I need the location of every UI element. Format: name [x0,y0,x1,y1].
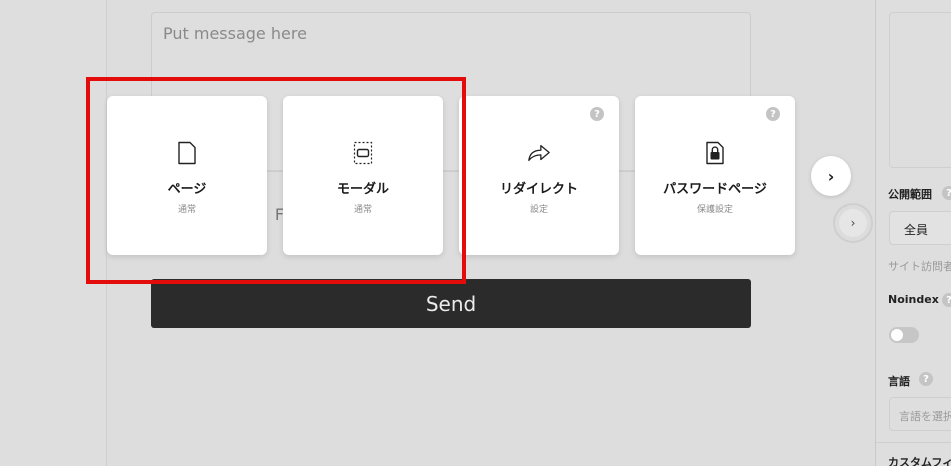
settings-panel: 公開範囲 ? 全員 サイト訪問者 Noindex ? 言語 ? 言語を選択 カス… [875,0,951,466]
help-icon[interactable]: ? [590,107,604,121]
toggle-knob [891,329,903,341]
page-type-card-page[interactable]: ページ 通常 [107,96,267,255]
lock-icon [703,140,727,166]
page-type-card-password[interactable]: ? パスワードページ 保護設定 [635,96,795,255]
card-subtitle: 保護設定 [696,205,733,215]
carousel-next-button[interactable]: › [811,156,851,196]
redirect-arrow-icon [527,140,551,166]
page-type-card-modal[interactable]: モーダル 通常 [283,96,443,255]
card-title: ページ [167,182,207,197]
help-icon[interactable]: ? [942,186,951,200]
message-placeholder: Put message here [163,24,307,43]
visibility-hint: サイト訪問者 [888,260,951,273]
page-type-card-redirect[interactable]: ? リダイレクト 設定 [459,96,619,255]
settings-textarea[interactable] [889,12,951,168]
card-subtitle: 設定 [529,205,548,215]
card-title: モーダル [336,182,389,197]
language-placeholder: 言語を選択 [899,410,951,423]
language-label: 言語 [888,375,910,388]
card-subtitle: 通常 [353,205,372,215]
visibility-label: 公開範囲 [888,188,932,201]
visibility-select[interactable]: 全員 [889,211,951,245]
help-icon[interactable]: ? [766,107,780,121]
card-title: リダイレクト [499,182,578,197]
noindex-label: Noindex [888,293,939,306]
modal-icon [351,140,375,166]
send-button[interactable]: Send [151,279,751,328]
side-nav-button[interactable]: › [833,203,873,243]
left-gutter [0,0,107,466]
page-icon [175,140,199,166]
help-icon[interactable]: ? [919,372,933,386]
visibility-value: 全員 [904,223,929,237]
card-title: パスワードページ [663,182,767,197]
help-icon[interactable]: ? [942,293,951,307]
custom-section-label: カスタムフィ [888,456,951,466]
chevron-right-icon: › [839,209,867,237]
language-select[interactable]: 言語を選択 [889,397,951,431]
card-subtitle: 通常 [177,205,196,215]
chevron-right-icon: › [827,166,835,186]
noindex-toggle[interactable] [889,327,919,343]
section-divider [876,442,951,443]
